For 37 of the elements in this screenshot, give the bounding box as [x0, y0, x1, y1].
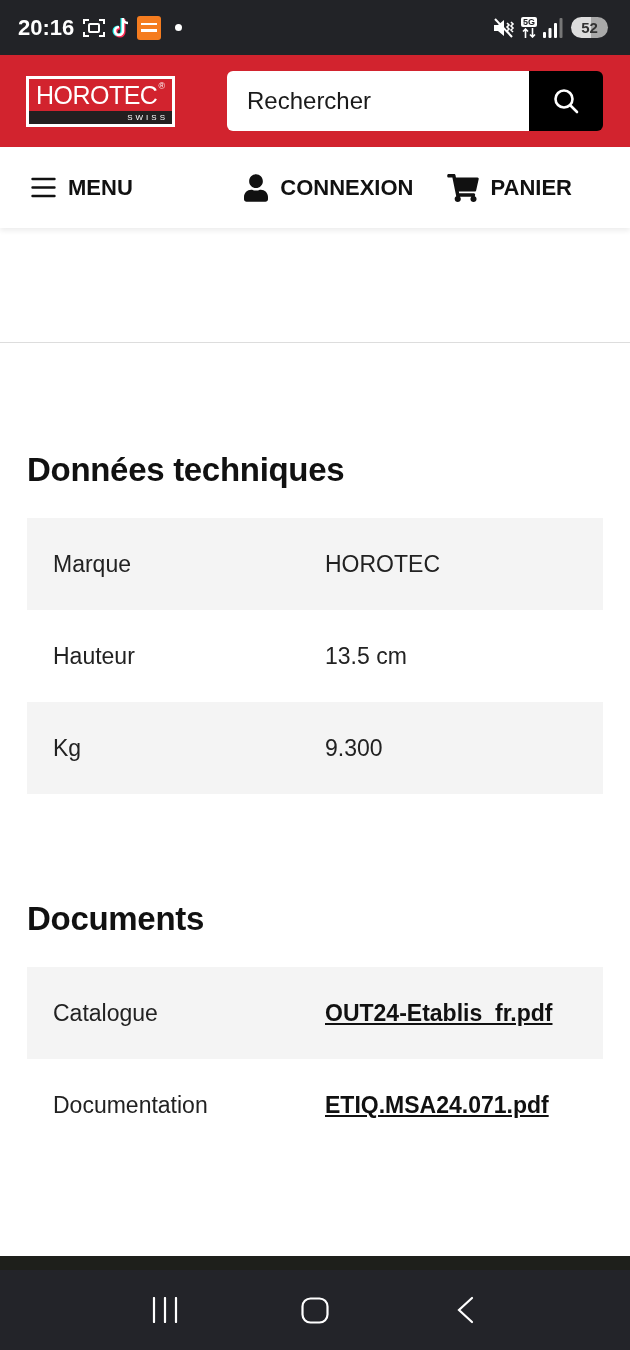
spec-value: 9.300: [325, 734, 383, 761]
user-icon: [244, 173, 269, 202]
home-icon: [301, 1296, 329, 1324]
menu-icon: [31, 177, 56, 198]
section-heading: Données techniques: [27, 450, 346, 490]
spec-value: HOROTEC: [325, 550, 440, 577]
back-icon: [456, 1296, 474, 1324]
section-heading: Documents: [27, 899, 205, 939]
spec-label: Documentation: [53, 1091, 208, 1118]
logo-tagline: SWISS: [29, 110, 172, 124]
account-nav-button[interactable]: CONNEXION: [244, 173, 414, 202]
recent-apps-icon: [152, 1297, 178, 1323]
data-arrows-icon: [522, 28, 536, 38]
status-time: 20:16: [18, 16, 75, 39]
logo-wordmark: HOROTEC: [35, 80, 158, 109]
notification-dot-icon: [175, 24, 183, 31]
vibrate-mute-icon: [493, 17, 515, 38]
app-icon: [137, 15, 162, 40]
spec-label: Hauteur: [53, 642, 135, 669]
search-icon: [553, 88, 579, 114]
menu-nav-button[interactable]: MENU: [31, 176, 133, 199]
spec-value: 13.5 cm: [325, 642, 407, 669]
brand-logo[interactable]: HOROTEC® SWISS: [26, 75, 175, 127]
battery-indicator: 52: [571, 17, 608, 38]
document-link[interactable]: ETIQ.MSA24.071.pdf: [325, 1091, 549, 1118]
screenshot-icon: [83, 17, 106, 38]
search-field[interactable]: Rechercher: [227, 71, 529, 131]
cart-nav-button[interactable]: PANIER: [446, 173, 572, 202]
spec-label: Kg: [53, 734, 82, 761]
spec-label: Catalogue: [53, 999, 158, 1026]
registered-mark: ®: [158, 80, 166, 91]
search-button[interactable]: [529, 71, 603, 131]
document-link[interactable]: OUT24-Etablis_fr.pdf: [325, 999, 553, 1026]
cart-icon: [446, 173, 479, 202]
network-type: 5G: [521, 17, 537, 27]
signal-icon: [543, 17, 563, 38]
spec-label: Marque: [53, 550, 131, 577]
